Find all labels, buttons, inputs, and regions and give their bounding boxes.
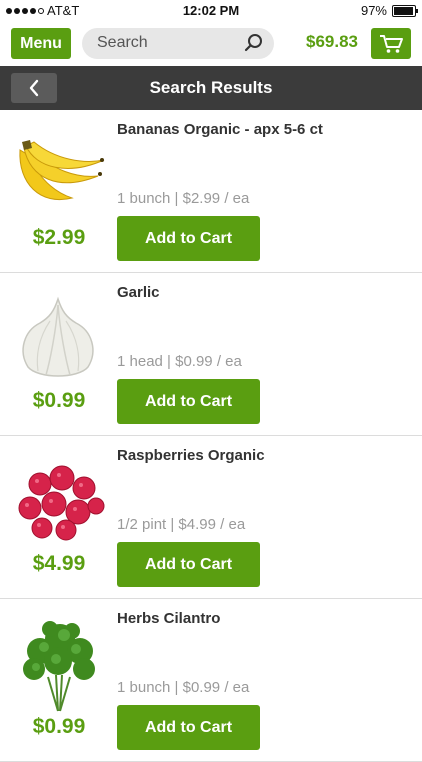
- list-item: $0.99 Herbs Cilantro 1 bunch | $0.99 / e…: [0, 599, 422, 762]
- product-price: $2.99: [32, 226, 86, 249]
- product-list: $2.99 Bananas Organic - apx 5-6 ct 1 bun…: [0, 110, 422, 762]
- bananas-image: [19, 140, 105, 200]
- top-bar: Menu Search $69.83: [0, 22, 422, 66]
- add-to-cart-button[interactable]: Add to Cart: [117, 379, 260, 424]
- product-price: $0.99: [32, 389, 86, 412]
- product-name[interactable]: Raspberries Organic: [117, 447, 265, 464]
- list-item: $0.99 Garlic 1 head | $0.99 / ea Add to …: [0, 273, 422, 436]
- page-title: Search Results: [149, 78, 273, 97]
- add-to-cart-button[interactable]: Add to Cart: [117, 705, 260, 750]
- product-name[interactable]: Garlic: [117, 284, 160, 301]
- battery-percent: 97%: [360, 3, 387, 18]
- product-unit: 1 bunch | $0.99 / ea: [117, 679, 250, 696]
- cilantro-image: [23, 621, 95, 712]
- status-time: 12:02 PM: [182, 3, 240, 18]
- add-to-cart-button[interactable]: Add to Cart: [117, 542, 260, 587]
- add-to-cart-button[interactable]: Add to Cart: [117, 216, 260, 261]
- search-input[interactable]: Search: [82, 28, 274, 59]
- list-item: $2.99 Bananas Organic - apx 5-6 ct 1 bun…: [0, 110, 422, 273]
- battery-icon: [392, 4, 418, 17]
- cart-icon: [380, 34, 403, 53]
- product-price: $0.99: [32, 715, 86, 738]
- menu-button[interactable]: Menu: [11, 28, 71, 59]
- product-unit: 1 head | $0.99 / ea: [117, 353, 242, 370]
- nav-bar: Search Results: [0, 66, 422, 110]
- battery-indicator: 97%: [360, 3, 418, 18]
- search-placeholder: Search: [97, 34, 148, 51]
- product-price: $4.99: [32, 552, 86, 575]
- product-unit: 1/2 pint | $4.99 / ea: [117, 516, 246, 533]
- list-item: $4.99 Raspberries Organic 1/2 pint | $4.…: [0, 436, 422, 599]
- product-unit: 1 bunch | $2.99 / ea: [117, 190, 250, 207]
- cart-total[interactable]: $69.83: [306, 32, 358, 52]
- search-icon[interactable]: [244, 33, 264, 53]
- status-bar: AT&T 12:02 PM 97%: [0, 0, 422, 22]
- raspberries-image: [18, 465, 105, 541]
- product-name[interactable]: Bananas Organic - apx 5-6 ct: [117, 121, 323, 138]
- cart-button[interactable]: [371, 28, 411, 59]
- garlic-image: [22, 296, 94, 377]
- product-name[interactable]: Herbs Cilantro: [117, 610, 220, 627]
